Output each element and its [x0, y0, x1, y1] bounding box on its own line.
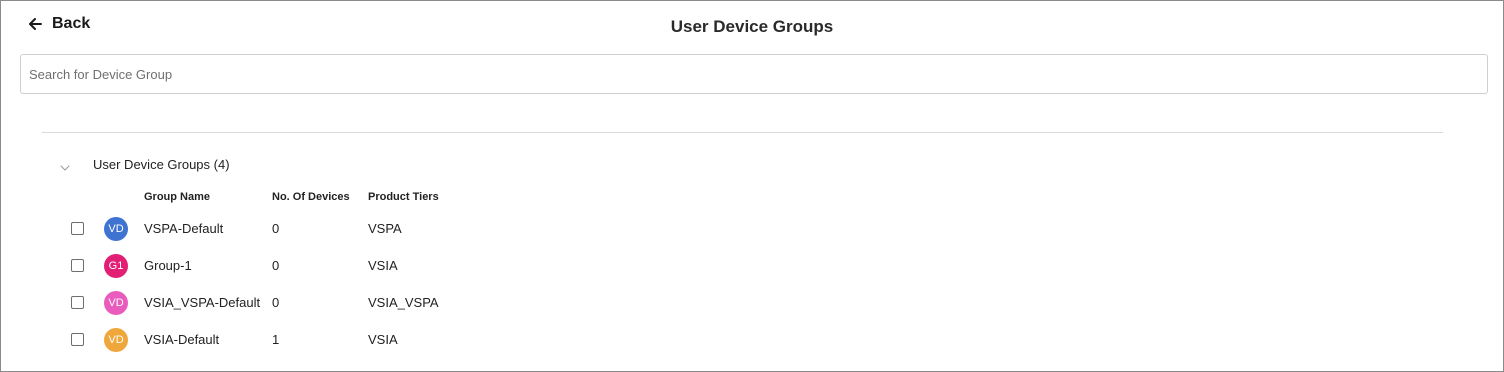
- column-header-group-name[interactable]: Group Name: [144, 191, 210, 203]
- search-box[interactable]: [20, 54, 1488, 94]
- group-name[interactable]: Group-1: [144, 258, 192, 273]
- group-avatar: VD: [104, 217, 128, 241]
- product-tier: VSIA_VSPA: [368, 295, 439, 310]
- search-input[interactable]: [21, 55, 1487, 93]
- column-header-product-tiers[interactable]: Product Tiers: [368, 191, 439, 203]
- group-avatar: VD: [104, 328, 128, 352]
- device-count: 0: [272, 258, 280, 273]
- device-count: 0: [272, 221, 280, 236]
- product-tier: VSPA: [368, 221, 402, 236]
- table-row[interactable]: VD VSIA-Default 1 VSIA: [1, 325, 1503, 355]
- column-header-device-count[interactable]: No. Of Devices: [272, 191, 350, 203]
- row-checkbox[interactable]: [71, 333, 84, 346]
- row-checkbox[interactable]: [71, 259, 84, 272]
- divider: [42, 132, 1443, 133]
- table-row[interactable]: VD VSPA-Default 0 VSPA: [1, 214, 1503, 244]
- product-tier: VSIA: [368, 332, 398, 347]
- device-count: 0: [272, 295, 280, 310]
- group-avatar: VD: [104, 291, 128, 315]
- product-tier: VSIA: [368, 258, 398, 273]
- group-name[interactable]: VSIA_VSPA-Default: [144, 295, 260, 310]
- group-avatar: G1: [104, 254, 128, 278]
- table-row[interactable]: G1 Group-1 0 VSIA: [1, 251, 1503, 281]
- page-frame: Back User Device Groups User Device Grou…: [0, 0, 1504, 372]
- row-checkbox[interactable]: [71, 296, 84, 309]
- chevron-down-icon[interactable]: [59, 162, 71, 174]
- device-count: 1: [272, 332, 280, 347]
- group-header: User Device Groups (4): [59, 154, 230, 174]
- row-checkbox[interactable]: [71, 222, 84, 235]
- group-label: User Device Groups (4): [93, 156, 230, 172]
- table-row[interactable]: VD VSIA_VSPA-Default 0 VSIA_VSPA: [1, 288, 1503, 318]
- page-title: User Device Groups: [670, 17, 834, 36]
- group-name[interactable]: VSIA-Default: [144, 332, 219, 347]
- group-name[interactable]: VSPA-Default: [144, 221, 223, 236]
